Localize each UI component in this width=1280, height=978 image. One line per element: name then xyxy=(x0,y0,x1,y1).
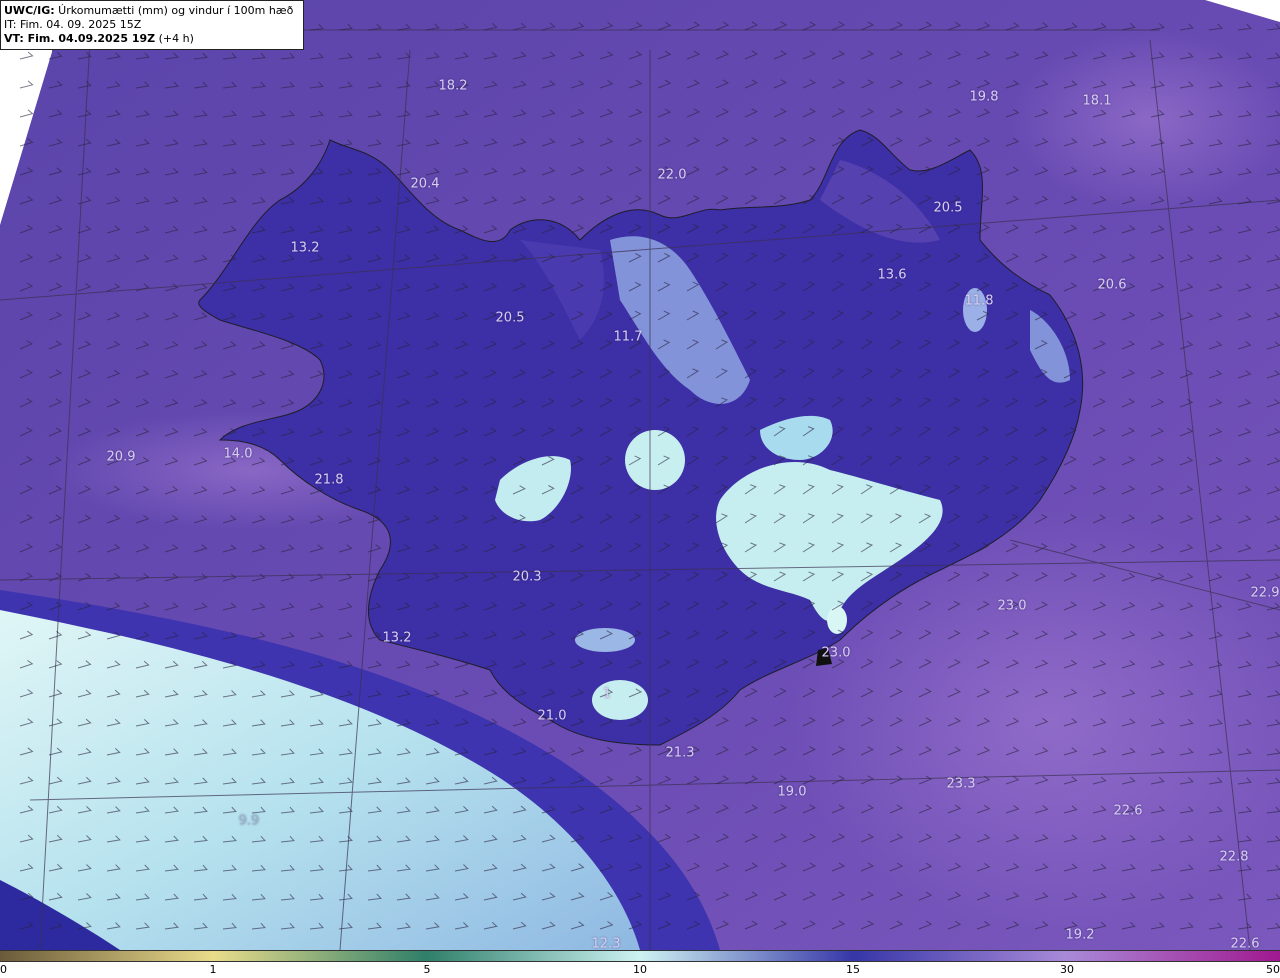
value-label: 13.6 xyxy=(877,267,907,283)
info-box: UWC/IG: Úrkomumætti (mm) og vindur í 100… xyxy=(0,0,304,50)
value-label: 22.9 xyxy=(1250,585,1280,601)
value-label: 20.9 xyxy=(106,449,136,465)
value-label: 23.0 xyxy=(997,598,1027,614)
weather-map[interactable] xyxy=(0,0,1280,950)
value-label: 20.5 xyxy=(495,310,525,326)
value-label: 18.1 xyxy=(1082,93,1112,109)
value-label: 19.8 xyxy=(969,89,999,105)
value-label: 21.8 xyxy=(314,472,344,488)
precip-heavy-south xyxy=(592,680,648,720)
valid-time-line: VT: Fim. 04.09.2025 19Z (+4 h) xyxy=(4,32,300,46)
value-label: 23.0 xyxy=(821,645,851,661)
colorbar: 0 1 5 10 15 30 50 xyxy=(0,950,1280,978)
colorbar-tick-10: 10 xyxy=(633,963,647,976)
value-label: 19.2 xyxy=(1065,927,1095,943)
value-label: 20.5 xyxy=(933,200,963,216)
valid-time: VT: Fim. 04.09.2025 19Z xyxy=(4,32,156,45)
colorbar-tick-1: 1 xyxy=(209,963,217,976)
value-label: 20.3 xyxy=(512,569,542,585)
precip-pink-area xyxy=(1010,30,1280,210)
colorbar-strip xyxy=(0,950,1280,962)
colorbar-tick-15: 15 xyxy=(846,963,860,976)
product-code: UWC/IG: xyxy=(4,4,55,17)
precip-heavy-glacier-tip xyxy=(827,606,847,634)
value-label: 21.3 xyxy=(665,745,695,761)
value-label: 23.3 xyxy=(946,776,976,792)
value-label: 19.0 xyxy=(777,784,807,800)
value-label: 21.0 xyxy=(537,708,567,724)
value-label: 14.0 xyxy=(223,446,253,462)
value-label: 11.7 xyxy=(613,329,643,345)
precip-heavy-langjokull xyxy=(625,430,685,490)
forecast-offset: (+4 h) xyxy=(155,32,194,45)
value-label: 9.9 xyxy=(238,813,260,829)
colorbar-tick-5: 5 xyxy=(423,963,431,976)
colorbar-tick-50: 50 xyxy=(1266,963,1280,976)
initial-time: IT: Fim. 04. 09. 2025 15Z xyxy=(4,18,142,31)
value-label: 20.4 xyxy=(410,176,440,192)
title-line: UWC/IG: Úrkomumætti (mm) og vindur í 100… xyxy=(4,4,300,18)
value-label: 22.0 xyxy=(657,167,687,183)
product-description: Úrkomumætti (mm) og vindur í 100m hæð xyxy=(54,4,294,17)
precip-moderate-south xyxy=(575,628,635,652)
value-label: 11.8 xyxy=(964,293,994,309)
value-label: 13.2 xyxy=(290,240,320,256)
colorbar-tick-0: 0 xyxy=(0,963,7,976)
value-label: 18.2 xyxy=(438,78,468,94)
value-label: 22.6 xyxy=(1113,803,1143,819)
value-label: 20.6 xyxy=(1097,277,1127,293)
colorbar-tick-30: 30 xyxy=(1060,963,1074,976)
value-label: 22.8 xyxy=(1219,849,1249,865)
value-label: 13.2 xyxy=(382,630,412,646)
value-label: 1 xyxy=(602,686,612,702)
